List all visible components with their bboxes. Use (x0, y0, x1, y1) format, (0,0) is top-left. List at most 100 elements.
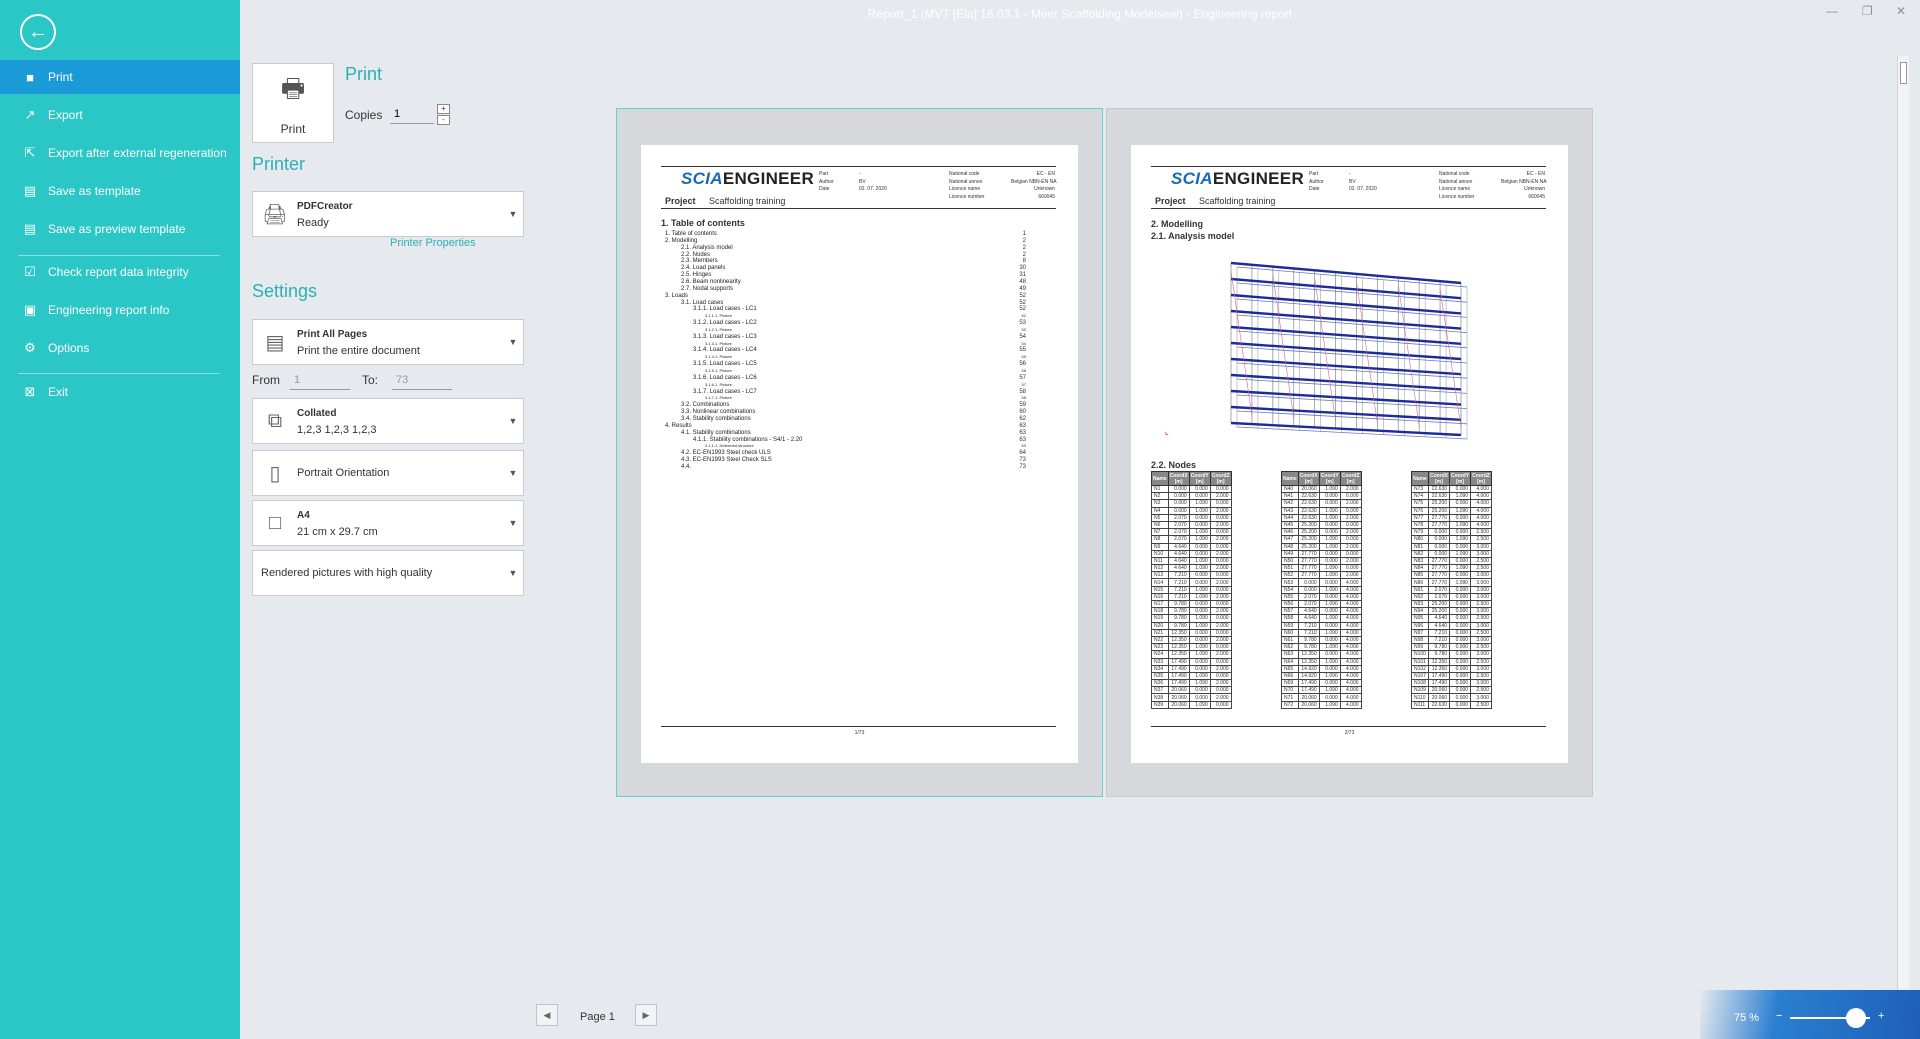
scia-logo: SCIAENGINEER (1171, 169, 1305, 188)
table-cell: 0.000 (1188, 520, 1211, 530)
table-cell: 0.000 (1449, 635, 1472, 645)
collate-select[interactable]: ⧉ Collated 1,2,3 1,2,3 1,2,3 ▼ (252, 398, 524, 444)
nav-item-print[interactable]: ■ Print (0, 60, 240, 94)
copies-increment[interactable]: + (437, 104, 450, 114)
previous-page-button[interactable]: ◀ (536, 1004, 558, 1026)
table-cell: N63 (1281, 650, 1299, 659)
table-cell: N35 (1151, 671, 1169, 681)
from-input[interactable] (290, 370, 350, 390)
table-cell: 25.200 (1297, 542, 1320, 551)
printer-select[interactable]: 🖨 PDFCreator Ready ▼ (252, 191, 524, 237)
toc-entry: 3.1.1. Load cases - LC1 (693, 306, 757, 313)
nav-item-check-report-data-integrity[interactable]: ☑ Check report data integrity (0, 255, 240, 289)
preview-page-2[interactable]: SCIAENGINEER Part Author Date - BV 02. 0… (1106, 108, 1593, 797)
table-row: N9 4.640 0.000 0.000 (1151, 542, 1232, 551)
next-page-button[interactable]: ▶ (635, 1004, 657, 1026)
table-cell: N92 (1411, 592, 1429, 602)
nav-item-export-after-external-regeneration[interactable]: ⇱ Export after external regeneration (0, 136, 240, 170)
table-cell: N99 (1411, 643, 1429, 652)
table-cell: 20.060 (1297, 484, 1320, 494)
model-member (1236, 266, 1468, 288)
toc-page-number: 55 (1019, 347, 1026, 354)
project-label: Project (1155, 196, 1186, 206)
table-cell: 1.090 (1188, 585, 1211, 594)
table-cell: 9.780 (1297, 635, 1320, 645)
close-icon[interactable]: ✕ (1896, 4, 1906, 18)
table-cell: 0.000 (1449, 664, 1472, 673)
zoom-slider-thumb[interactable] (1846, 1008, 1866, 1028)
zoom-out-button[interactable]: − (1776, 1010, 1782, 1022)
to-input[interactable] (392, 370, 452, 390)
footer-rule (661, 726, 1056, 727)
table-cell: 0.000 (1209, 542, 1232, 551)
preview-page-1[interactable]: SCIAENGINEER Part Author Date - BV 02. 0… (616, 108, 1103, 797)
table-cell: 0.000 (1318, 592, 1341, 602)
table-cell: 1.090 (1188, 671, 1211, 681)
zoom-in-button[interactable]: + (1878, 1010, 1884, 1022)
table-cell: N61 (1281, 635, 1299, 645)
table-row: N61 9.780 0.000 4.000 (1281, 635, 1362, 645)
vertical-scrollbar[interactable] (1897, 56, 1909, 1006)
table-cell: 2.000 (1209, 578, 1232, 587)
toc-entry: 2.3. Members (681, 258, 718, 265)
table-cell: N79 (1411, 528, 1429, 537)
copies-decrement[interactable]: - (437, 115, 450, 125)
table-cell: 4.000 (1339, 578, 1362, 587)
paper-size-select[interactable]: □ A4 21 cm x 29.7 cm ▼ (252, 500, 524, 546)
scrollbar-thumb[interactable] (1900, 62, 1907, 84)
project-label: Project (665, 196, 696, 206)
table-cell: N58 (1281, 614, 1299, 623)
table-row: N66 14.920 1.090 4.000 (1281, 671, 1362, 681)
chevron-down-icon: ▼ (508, 416, 518, 426)
table-cell: N40 (1281, 484, 1299, 494)
analysis-model-heading: 2.1. Analysis model (1151, 231, 1235, 241)
model-member (1236, 362, 1468, 379)
table-cell: 4.000 (1339, 643, 1362, 652)
table-cell: 20.060 (1167, 700, 1190, 709)
table-row: N65 14.920 0.000 4.000 (1281, 664, 1362, 673)
table-cell: 3.000 (1470, 542, 1492, 551)
table-cell: 0.000 (1318, 578, 1341, 587)
table-cell: 4.640 (1167, 556, 1190, 566)
nav-item-engineering-report-info[interactable]: ▣ Engineering report info (0, 293, 240, 327)
nav-separator (18, 255, 220, 256)
table-cell: 0.000 (1427, 542, 1451, 551)
nav-item-options[interactable]: ⚙ Options (0, 331, 240, 365)
column-header: CoordZ [m] (1470, 471, 1492, 486)
nav-item-export[interactable]: ↗ Export (0, 98, 240, 132)
table-cell: N86 (1411, 578, 1429, 587)
nav-item-save-as-preview-template[interactable]: ▤ Save as preview template (0, 212, 240, 246)
table-cell: N75 (1411, 499, 1429, 508)
toc-page-number: 52 (1021, 313, 1026, 319)
orientation-select[interactable]: ▯ Portrait Orientation ▼ (252, 450, 524, 496)
copies-label: Copies (345, 108, 383, 122)
print-button[interactable]: 🖶 Print (252, 63, 334, 143)
table-cell: 2.000 (1209, 664, 1232, 673)
table-cell: 2.500 (1470, 657, 1492, 666)
table-cell: 3.000 (1470, 693, 1492, 702)
minimize-icon[interactable]: — (1826, 4, 1838, 18)
page-range-select[interactable]: ▤ Print All Pages Print the entire docume… (252, 319, 524, 365)
printer-properties-link[interactable]: Printer Properties (390, 237, 476, 249)
printer-icon: 🖶 (280, 73, 306, 103)
toc-entry: 4. Results (665, 422, 692, 429)
table-cell: 27.770 (1427, 513, 1451, 522)
table-cell: 2.070 (1167, 528, 1190, 537)
paper-sub: 21 cm x 29.7 cm (297, 525, 378, 538)
nav-item-save-as-template[interactable]: ▤ Save as template (0, 174, 240, 208)
table-cell: 0.000 (1209, 657, 1232, 666)
back-button[interactable]: ← (20, 14, 56, 50)
restore-icon[interactable]: ❐ (1862, 4, 1873, 18)
copies-input[interactable] (390, 104, 434, 124)
table-cell: 2.000 (1209, 621, 1232, 630)
table-cell: 0.000 (1188, 578, 1211, 587)
zoom-bar (1700, 990, 1920, 1039)
table-cell: 1.090 (1318, 571, 1341, 580)
nav-item-exit[interactable]: ⊠ Exit (0, 375, 240, 409)
picture-quality-select[interactable]: Rendered pictures with high quality ▼ (252, 550, 524, 596)
table-row: N71 20.060 0.000 4.000 (1281, 693, 1362, 702)
table-cell: 12.350 (1297, 650, 1320, 659)
save-template-icon: ▤ (23, 183, 37, 198)
table-cell: 0.000 (1318, 650, 1341, 659)
table-cell: 27.770 (1427, 520, 1451, 530)
